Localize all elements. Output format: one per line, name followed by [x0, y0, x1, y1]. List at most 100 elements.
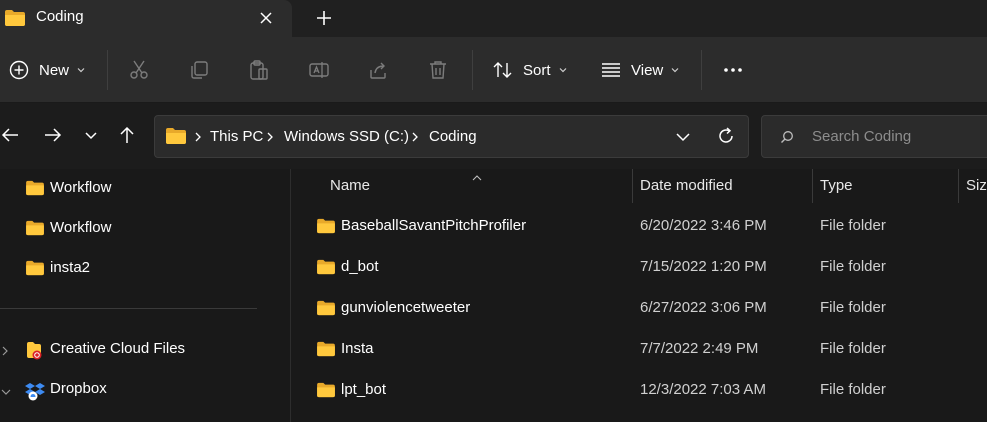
- folder-icon: [316, 259, 336, 278]
- column-header-name[interactable]: Name: [330, 177, 370, 194]
- up-button[interactable]: [114, 122, 140, 148]
- breadcrumb-this-pc[interactable]: This PC: [210, 128, 263, 145]
- file-row[interactable]: d_bot 7/15/2022 1:20 PM File folder: [291, 248, 987, 288]
- folder-icon: [316, 300, 336, 319]
- folder-icon: [25, 180, 45, 199]
- file-type: File folder: [820, 381, 886, 398]
- chevron-right-icon: [267, 132, 273, 142]
- file-name: gunviolencetweeter: [341, 299, 471, 316]
- nav-item-label: Creative Cloud Files: [50, 340, 186, 357]
- nav-item-label: Workflow: [50, 219, 112, 236]
- search-icon: [780, 130, 794, 147]
- add-circle-icon: [9, 60, 29, 80]
- sort-label: Sort: [523, 61, 551, 79]
- folder-icon: [4, 9, 26, 30]
- plus-icon: [317, 11, 331, 25]
- delete-button[interactable]: [426, 37, 450, 103]
- column-header-date-modified[interactable]: Date modified: [640, 177, 733, 194]
- copy-icon: [191, 61, 208, 79]
- nav-item-dropbox[interactable]: Dropbox: [0, 375, 290, 405]
- chevron-down-icon: [676, 133, 690, 142]
- nav-item-creative-cloud-files[interactable]: Creative Cloud Files: [0, 335, 290, 365]
- chevron-right-icon[interactable]: [0, 344, 10, 360]
- address-bar[interactable]: This PC Windows SSD (C:) Coding: [154, 115, 749, 158]
- chevron-right-icon: [412, 132, 418, 142]
- new-tab-button[interactable]: [311, 5, 337, 31]
- sort-button[interactable]: Sort: [491, 37, 568, 103]
- column-header-size[interactable]: Siz: [966, 177, 987, 194]
- sort-ascending-icon: [471, 169, 483, 185]
- tab-title: Coding: [36, 8, 84, 25]
- view-label: View: [631, 61, 664, 79]
- chevron-down-icon: [559, 68, 566, 73]
- more-icon: [724, 68, 742, 72]
- arrow-right-icon: [45, 128, 62, 142]
- file-date: 6/27/2022 3:06 PM: [640, 299, 767, 316]
- column-divider[interactable]: [958, 169, 959, 203]
- chevron-down-icon: [671, 68, 679, 73]
- folder-icon: [25, 260, 45, 279]
- folder-icon: [316, 218, 336, 237]
- file-type: File folder: [820, 217, 886, 234]
- file-name: d_bot: [341, 258, 379, 275]
- view-button[interactable]: View: [599, 37, 680, 103]
- file-name: BaseballSavantPitchProfiler: [341, 217, 527, 234]
- new-button[interactable]: New: [8, 37, 86, 103]
- rename-icon: [309, 62, 329, 78]
- nav-item-insta2[interactable]: insta2: [0, 254, 290, 284]
- folder-icon: [25, 220, 45, 239]
- file-name: lpt_bot: [341, 381, 387, 398]
- file-date: 7/15/2022 1:20 PM: [640, 258, 767, 275]
- nav-item-label: Dropbox: [50, 380, 107, 397]
- column-divider[interactable]: [812, 169, 813, 203]
- copy-button[interactable]: [187, 37, 211, 103]
- scissors-icon: [130, 60, 148, 79]
- file-date: 7/7/2022 2:49 PM: [640, 340, 759, 357]
- refresh-icon: [719, 127, 733, 143]
- navigation-row: This PC Windows SSD (C:) Coding Search C…: [0, 103, 987, 169]
- paste-button[interactable]: [247, 37, 271, 103]
- tab-coding[interactable]: Coding: [0, 0, 292, 37]
- nav-item-label: Workflow: [50, 179, 112, 196]
- nav-item-label: insta2: [50, 259, 91, 276]
- chevron-down-icon[interactable]: [0, 384, 12, 400]
- column-header-type[interactable]: Type: [820, 177, 853, 194]
- address-dropdown-button[interactable]: [674, 128, 692, 149]
- file-date: 6/20/2022 3:46 PM: [640, 217, 767, 234]
- search-box[interactable]: Search Coding: [761, 115, 987, 158]
- file-list: Name Date modified Type Siz BaseballSava…: [291, 169, 987, 422]
- recent-locations-button[interactable]: [78, 122, 104, 148]
- column-header-row: Name Date modified Type Siz: [291, 169, 987, 203]
- file-row[interactable]: gunviolencetweeter 6/27/2022 3:06 PM Fil…: [291, 289, 987, 329]
- chevron-right-icon: [195, 132, 201, 142]
- forward-button[interactable]: [40, 122, 66, 148]
- refresh-button[interactable]: [716, 126, 736, 149]
- breadcrumb-windows-ssd[interactable]: Windows SSD (C:): [284, 128, 409, 145]
- more-options-button[interactable]: [721, 37, 745, 103]
- close-tab-button[interactable]: [254, 6, 278, 30]
- folder-icon: [316, 341, 336, 360]
- share-button[interactable]: [367, 37, 391, 103]
- folder-icon: [165, 127, 187, 148]
- arrow-up-icon: [120, 126, 134, 143]
- file-date: 12/3/2022 7:03 AM: [640, 381, 766, 398]
- cut-button[interactable]: [127, 37, 151, 103]
- rename-button[interactable]: [307, 37, 331, 103]
- dropbox-icon: [25, 381, 45, 404]
- breadcrumb-coding[interactable]: Coding: [429, 128, 477, 145]
- close-icon: [260, 12, 272, 24]
- file-name: Insta: [341, 340, 374, 357]
- column-divider[interactable]: [632, 169, 633, 203]
- back-button[interactable]: [0, 122, 23, 148]
- arrow-left-icon: [1, 128, 18, 142]
- file-row[interactable]: lpt_bot 12/3/2022 7:03 AM File folder: [291, 371, 987, 411]
- command-bar: New Sort View: [0, 37, 987, 103]
- chevron-down-icon: [77, 68, 85, 73]
- file-type: File folder: [820, 340, 886, 357]
- creative-cloud-icon: [25, 341, 45, 364]
- file-row[interactable]: BaseballSavantPitchProfiler 6/20/2022 3:…: [291, 207, 987, 247]
- nav-item-workflow-2[interactable]: Workflow: [0, 214, 290, 244]
- nav-item-workflow[interactable]: Workflow: [0, 174, 290, 204]
- search-input[interactable]: Search Coding: [812, 128, 911, 145]
- file-row[interactable]: Insta 7/7/2022 2:49 PM File folder: [291, 330, 987, 370]
